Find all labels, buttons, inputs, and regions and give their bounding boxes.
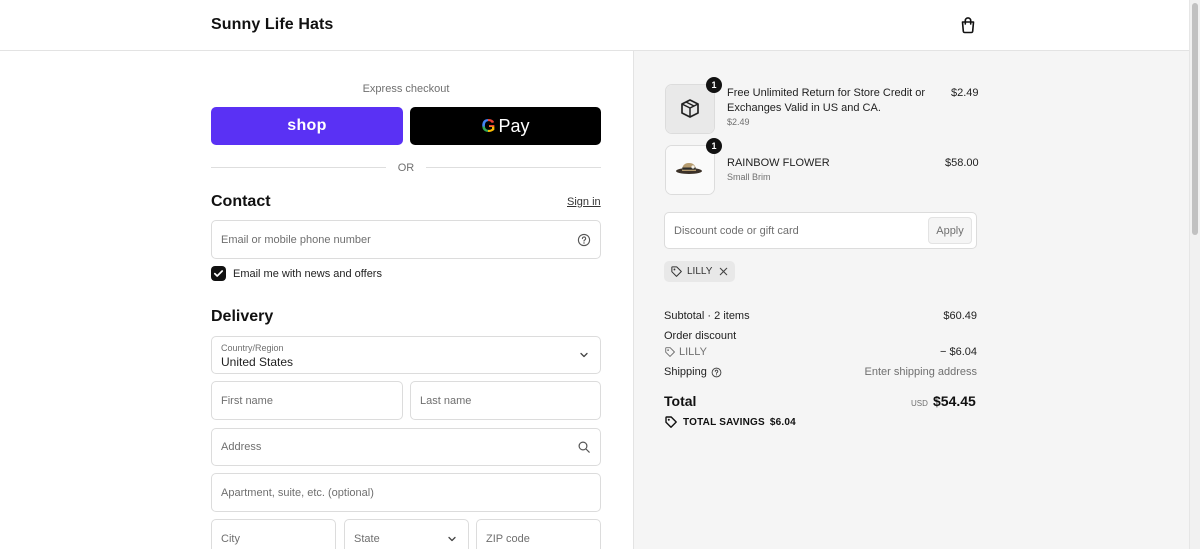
discount-value: − $6.04 xyxy=(939,346,977,358)
tag-icon xyxy=(665,347,675,357)
delivery-heading: Delivery xyxy=(211,308,274,325)
cart-item-thumbnail: 1 xyxy=(665,138,722,195)
or-divider-label: OR xyxy=(397,162,415,174)
chevron-down-icon xyxy=(448,536,456,542)
store-brand[interactable]: Sunny Life Hats xyxy=(211,16,333,34)
page-scrollbar[interactable] xyxy=(1189,0,1200,549)
express-checkout-label: Express checkout xyxy=(362,83,450,95)
last-name-placeholder: Last name xyxy=(420,394,472,407)
shop-pay-label: shop xyxy=(287,117,327,134)
total-currency: USD xyxy=(911,399,928,408)
cart-item-title-line: Exchanges Valid in US and CA. xyxy=(727,102,881,114)
scrollbar-thumb[interactable] xyxy=(1192,3,1198,235)
quantity-badge: 1 xyxy=(706,77,722,93)
tag-icon xyxy=(671,266,682,277)
cart-item-subtitle: $2.49 xyxy=(727,117,750,127)
checkmark-icon xyxy=(213,270,224,277)
hat-image xyxy=(666,146,714,194)
last-name-field[interactable]: Last name xyxy=(410,381,601,420)
shipping-value: Enter shipping address xyxy=(864,366,977,378)
zip-field[interactable]: ZIP code xyxy=(476,519,601,549)
order-summary-panel xyxy=(633,51,1189,549)
sign-in-link[interactable]: Sign in xyxy=(567,196,601,208)
zip-placeholder: ZIP code xyxy=(486,533,530,545)
google-pay-label: Pay xyxy=(498,115,530,136)
shop-pay-button[interactable]: shop xyxy=(211,107,403,145)
state-placeholder: State xyxy=(354,533,380,545)
cart-item-title-line: Free Unlimited Return for Store Credit o… xyxy=(727,87,926,99)
or-divider-right xyxy=(426,167,601,168)
or-divider-left xyxy=(211,167,386,168)
close-icon[interactable] xyxy=(718,266,729,277)
shipping-label: Shipping xyxy=(664,366,707,378)
chevron-down-icon xyxy=(580,352,588,358)
cart-item-subtitle: Small Brim xyxy=(727,172,771,182)
savings-label: TOTAL SAVINGS xyxy=(683,416,765,428)
savings-value: $6.04 xyxy=(769,416,796,428)
cart-item-thumbnail: 1 xyxy=(665,77,722,134)
total-savings: TOTAL SAVINGS $6.04 xyxy=(664,415,796,429)
help-circle-icon[interactable] xyxy=(711,367,722,378)
discount-code-row: LILLY xyxy=(664,346,707,358)
contact-heading: Contact xyxy=(211,193,271,210)
news-offers-checkbox[interactable] xyxy=(211,266,226,281)
help-circle-icon[interactable] xyxy=(577,233,591,247)
discount-placeholder: Discount code or gift card xyxy=(674,225,799,237)
discount-code-label: LILLY xyxy=(679,346,707,358)
news-offers-label: Email me with news and offers xyxy=(233,268,382,280)
search-icon xyxy=(578,441,590,453)
country-value: United States xyxy=(221,355,294,369)
state-select[interactable]: State xyxy=(344,519,469,549)
city-placeholder: City xyxy=(221,533,240,545)
cart-item-price: $58.00 xyxy=(945,157,979,169)
savings-tag-icon xyxy=(665,416,677,428)
shipping-row: Shipping xyxy=(664,366,722,378)
country-label: Country/Region xyxy=(221,343,284,353)
return-package-icon xyxy=(666,85,714,133)
first-name-field[interactable]: First name xyxy=(211,381,403,420)
email-field[interactable]: Email or mobile phone number xyxy=(211,220,601,259)
subtotal-value: $60.49 xyxy=(943,310,977,322)
email-placeholder: Email or mobile phone number xyxy=(221,233,371,246)
cart-item-price: $2.49 xyxy=(951,87,979,99)
applied-code-chip: LILLY xyxy=(664,261,735,282)
header: Sunny Life Hats xyxy=(0,0,1189,51)
address-placeholder: Address xyxy=(221,441,262,453)
cart-item-title: Free Unlimited Return for Store Credit o… xyxy=(727,86,925,116)
subtotal-label: Subtotal · 2 items xyxy=(664,310,750,322)
shopping-bag-icon[interactable] xyxy=(958,15,978,35)
google-pay-button[interactable]: G Pay xyxy=(410,107,601,145)
first-name-placeholder: First name xyxy=(221,394,273,407)
address-field[interactable]: Address xyxy=(211,428,601,466)
cart-item-title: RAINBOW FLOWER xyxy=(727,157,830,169)
order-discount-label: Order discount xyxy=(664,330,737,342)
country-select[interactable]: Country/Region United States xyxy=(211,336,601,374)
apartment-field[interactable]: Apartment, suite, etc. (optional) xyxy=(211,473,601,512)
quantity-badge: 1 xyxy=(706,138,722,154)
apply-discount-button[interactable]: Apply xyxy=(928,217,972,244)
total-value: $54.45 xyxy=(933,393,976,409)
discount-code-field[interactable]: Discount code or gift card Apply xyxy=(664,212,977,249)
applied-code-label: LILLY xyxy=(687,266,713,277)
google-g-icon: G xyxy=(481,115,496,136)
city-field[interactable]: City xyxy=(211,519,336,549)
total-label: Total xyxy=(664,393,697,409)
apartment-placeholder: Apartment, suite, etc. (optional) xyxy=(221,486,374,499)
